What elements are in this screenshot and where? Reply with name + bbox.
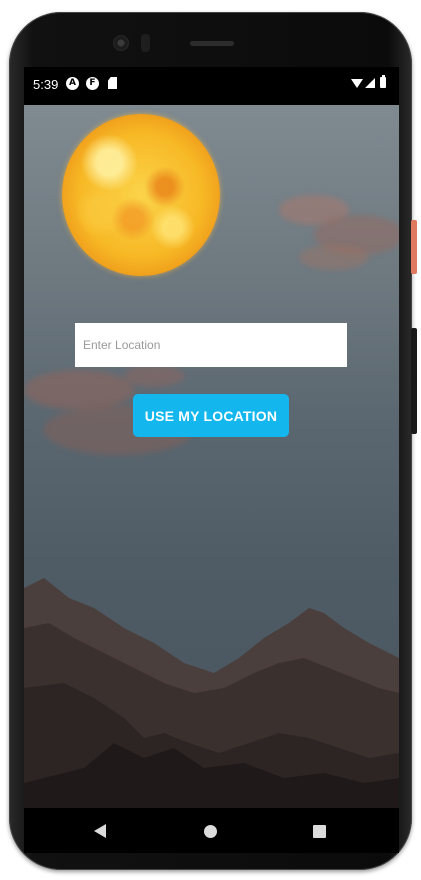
signal-icon — [365, 78, 375, 88]
earpiece-speaker — [190, 41, 234, 46]
sd-card-icon — [108, 77, 117, 89]
cloud — [124, 365, 184, 387]
mountains-illustration — [24, 578, 399, 808]
cloud — [299, 245, 369, 270]
navigation-bar — [24, 808, 399, 853]
wifi-icon — [351, 79, 363, 88]
volume-button — [411, 328, 417, 434]
recents-icon[interactable] — [313, 825, 326, 838]
sun-icon — [62, 114, 220, 276]
proximity-sensor — [141, 34, 150, 52]
power-button — [411, 220, 417, 274]
front-camera — [113, 35, 129, 51]
f-notification-icon: F — [86, 77, 99, 90]
cloud — [24, 370, 134, 410]
battery-icon — [380, 75, 386, 88]
status-time: 5:39 — [33, 77, 59, 92]
use-my-location-button[interactable]: USE MY LOCATION — [133, 394, 289, 437]
screen: 5:39 A F USE MY LOCATION — [24, 67, 399, 853]
back-icon[interactable] — [94, 824, 106, 838]
home-icon[interactable] — [204, 825, 217, 838]
a-notification-icon: A — [66, 77, 79, 90]
location-input[interactable] — [75, 323, 347, 367]
weather-app-background: USE MY LOCATION — [24, 105, 399, 808]
status-bar: 5:39 A F — [24, 67, 399, 105]
